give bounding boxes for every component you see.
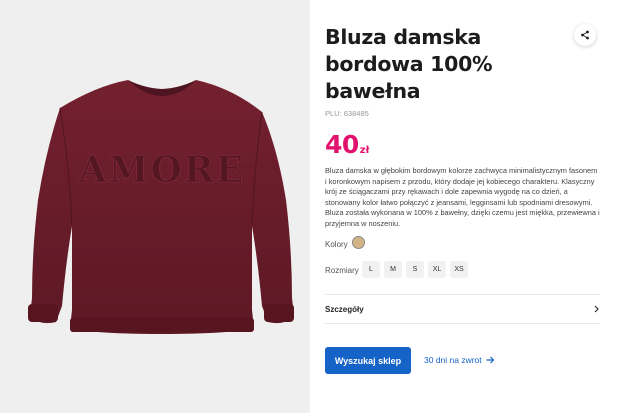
- product-title: Bluza damska bordowa 100% bawełna: [325, 25, 493, 103]
- product-image: AMORE: [28, 80, 294, 334]
- details-label: Szczegóły: [325, 304, 364, 314]
- size-option-xs[interactable]: XS: [450, 261, 468, 278]
- colors-label: Kolory: [325, 240, 348, 249]
- sizes-label: Rozmiary: [325, 266, 359, 275]
- color-swatch[interactable]: [352, 236, 365, 249]
- price-currency: zł: [359, 145, 370, 156]
- product-plu: PLU: 638485: [325, 109, 369, 118]
- price-amount: 40: [325, 130, 359, 159]
- arrow-right-icon: [486, 356, 495, 364]
- returns-label: 30 dni na zwrot: [424, 355, 482, 365]
- share-button[interactable]: [574, 24, 596, 46]
- product-description: Bluza damska w głębokim bordowym kolorze…: [325, 166, 600, 228]
- product-info-panel: Bluza damska bordowa 100% bawełna PLU: 6…: [310, 0, 620, 413]
- search-store-button[interactable]: Wyszukaj sklep: [325, 347, 411, 374]
- size-option-xl[interactable]: XL: [428, 261, 446, 278]
- product-price: 40zł: [325, 130, 369, 159]
- size-option-l[interactable]: L: [362, 261, 380, 278]
- chevron-right-icon: [594, 305, 599, 313]
- divider: [325, 323, 600, 324]
- details-accordion[interactable]: Szczegóły: [325, 302, 600, 316]
- share-icon: [581, 30, 589, 40]
- size-option-m[interactable]: M: [384, 261, 402, 278]
- divider: [325, 294, 600, 295]
- product-image-area: AMORE: [0, 0, 310, 413]
- returns-link[interactable]: 30 dni na zwrot: [424, 355, 495, 365]
- size-selector: L M S XL XS: [362, 261, 468, 278]
- size-option-s[interactable]: S: [406, 261, 424, 278]
- sweatshirt-graphic: [28, 80, 294, 334]
- sweatshirt-print-text: AMORE: [78, 149, 246, 191]
